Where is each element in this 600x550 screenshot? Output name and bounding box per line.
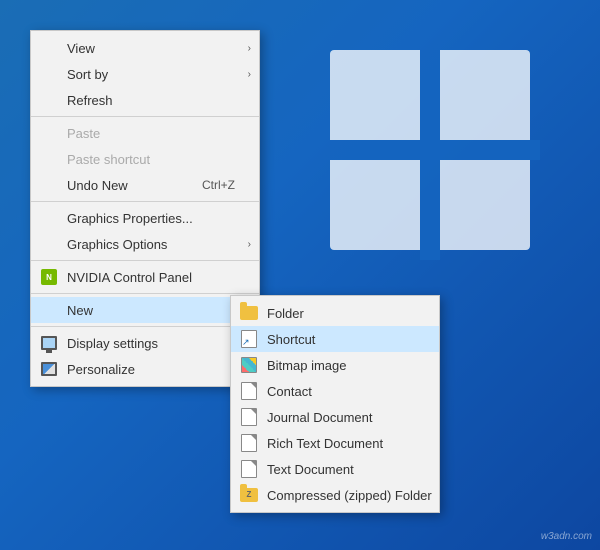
- personalize-icon: [39, 359, 59, 379]
- windows-logo: [320, 40, 540, 260]
- refresh-label: Refresh: [67, 93, 113, 108]
- separator-2: [31, 201, 259, 202]
- graphics-properties-label: Graphics Properties...: [67, 211, 193, 226]
- context-menu: View › Sort by › Refresh Paste Paste sho…: [30, 30, 260, 387]
- watermark: w3adn.com: [541, 531, 592, 542]
- nvidia-label: NVIDIA Control Panel: [67, 270, 192, 285]
- personalize-label: Personalize: [67, 362, 135, 377]
- compressed-label: Compressed (zipped) Folder: [267, 488, 432, 503]
- text-doc-icon: [239, 459, 259, 479]
- folder-label: Folder: [267, 306, 304, 321]
- separator-4: [31, 293, 259, 294]
- journal-icon: [239, 407, 259, 427]
- submenu-item-compressed[interactable]: Compressed (zipped) Folder: [231, 482, 439, 508]
- view-label: View: [67, 41, 95, 56]
- contact-label: Contact: [267, 384, 312, 399]
- paste-shortcut-label: Paste shortcut: [67, 152, 150, 167]
- menu-item-graphics-options[interactable]: Graphics Options ›: [31, 231, 259, 257]
- submenu-item-bitmap[interactable]: Bitmap image: [231, 352, 439, 378]
- menu-item-paste-shortcut: Paste shortcut: [31, 146, 259, 172]
- menu-item-sort-by[interactable]: Sort by ›: [31, 61, 259, 87]
- separator-5: [31, 326, 259, 327]
- submenu-item-shortcut[interactable]: Shortcut: [231, 326, 439, 352]
- graphics-options-arrow: ›: [248, 239, 251, 250]
- display-settings-label: Display settings: [67, 336, 158, 351]
- sort-by-label: Sort by: [67, 67, 108, 82]
- submenu-new: Folder Shortcut Bitmap image Contact: [230, 295, 440, 513]
- menu-item-nvidia[interactable]: N NVIDIA Control Panel: [31, 264, 259, 290]
- view-arrow: ›: [248, 43, 251, 54]
- submenu-item-rich-text[interactable]: Rich Text Document: [231, 430, 439, 456]
- separator-1: [31, 116, 259, 117]
- desktop: w3adn.com View › Sort by › Refresh Paste…: [0, 0, 600, 550]
- submenu-item-folder[interactable]: Folder: [231, 300, 439, 326]
- shortcut-icon: [239, 329, 259, 349]
- submenu-item-contact[interactable]: Contact: [231, 378, 439, 404]
- submenu-item-journal[interactable]: Journal Document: [231, 404, 439, 430]
- nvidia-icon: N: [39, 267, 59, 287]
- submenu-item-text[interactable]: Text Document: [231, 456, 439, 482]
- menu-item-new[interactable]: New ›: [31, 297, 259, 323]
- contact-icon: [239, 381, 259, 401]
- separator-3: [31, 260, 259, 261]
- menu-item-undo-new[interactable]: Undo New Ctrl+Z: [31, 172, 259, 198]
- menu-item-display-settings[interactable]: Display settings: [31, 330, 259, 356]
- text-label: Text Document: [267, 462, 354, 477]
- undo-new-label: Undo New: [67, 178, 128, 193]
- sort-by-arrow: ›: [248, 69, 251, 80]
- menu-item-view[interactable]: View ›: [31, 35, 259, 61]
- rich-text-label: Rich Text Document: [267, 436, 383, 451]
- journal-label: Journal Document: [267, 410, 373, 425]
- menu-item-graphics-properties[interactable]: Graphics Properties...: [31, 205, 259, 231]
- menu-item-paste: Paste: [31, 120, 259, 146]
- zip-icon: [239, 485, 259, 505]
- display-settings-icon: [39, 333, 59, 353]
- bitmap-icon: [239, 355, 259, 375]
- paste-label: Paste: [67, 126, 100, 141]
- menu-item-refresh[interactable]: Refresh: [31, 87, 259, 113]
- bitmap-label: Bitmap image: [267, 358, 346, 373]
- graphics-options-label: Graphics Options: [67, 237, 167, 252]
- folder-icon: [239, 303, 259, 323]
- shortcut-label: Shortcut: [267, 332, 315, 347]
- undo-new-shortcut: Ctrl+Z: [202, 178, 235, 192]
- menu-item-personalize[interactable]: Personalize: [31, 356, 259, 382]
- rich-text-icon: [239, 433, 259, 453]
- new-label: New: [67, 303, 93, 318]
